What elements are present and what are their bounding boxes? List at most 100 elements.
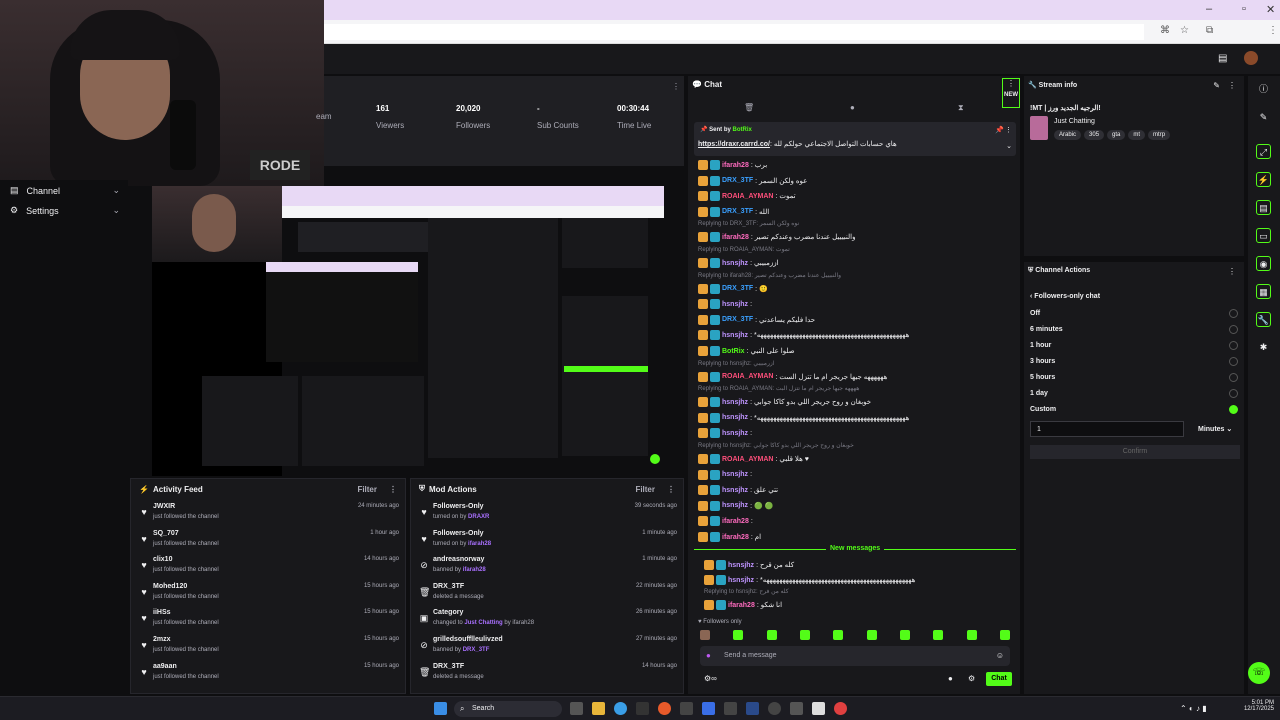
tag-chip[interactable]: Arabic	[1054, 130, 1082, 140]
option-off[interactable]: Off	[1030, 309, 1240, 318]
chat-username[interactable]: hsnsjhz	[722, 430, 748, 437]
edit-icon[interactable]: ✎	[1213, 81, 1220, 90]
option-1-day[interactable]: 1 day	[1030, 389, 1240, 398]
avatar[interactable]	[1244, 51, 1258, 65]
emote-icon[interactable]	[766, 630, 777, 640]
app-icon[interactable]	[790, 702, 803, 715]
hourglass-icon[interactable]: ⧗	[958, 103, 964, 113]
chat-username[interactable]: ifarah28	[722, 534, 749, 541]
option-3-hours[interactable]: 3 hours	[1030, 357, 1240, 366]
chat-message[interactable]: hsnsjhz:	[698, 468, 1018, 482]
chrome-icon[interactable]	[614, 702, 627, 715]
chat-message[interactable]: ROAIA_AYMAN: تموت	[698, 189, 1018, 203]
emoji-icon[interactable]: ☺	[996, 651, 1004, 660]
chat-username[interactable]: hsnsjhz	[722, 414, 748, 421]
expand-icon[interactable]: ⤢	[1256, 144, 1271, 159]
list-item[interactable]: ♥ JWXIR just followed the channel 24 minute…	[131, 499, 405, 526]
app-icon[interactable]	[658, 702, 671, 715]
filter-button[interactable]: Filter	[357, 485, 377, 494]
app-icon[interactable]	[680, 702, 693, 715]
close-icon[interactable]: ✕	[1266, 3, 1275, 16]
tag-chip[interactable]: gta	[1107, 130, 1126, 140]
nav-item-settings[interactable]: ⚙ Settings ⌄	[10, 205, 120, 216]
info-icon[interactable]: ⓘ	[1256, 82, 1271, 97]
extensions-icon[interactable]: ⧉	[1206, 25, 1213, 36]
chat-settings-icon[interactable]: ⚙∞	[704, 674, 717, 683]
minimize-icon[interactable]: –	[1206, 3, 1212, 15]
chat-message[interactable]: hsnsjhz: تتي علق	[698, 483, 1018, 497]
list-item[interactable]: 🗑 DRX_3TF deleted a message 22 minutes ago	[411, 579, 683, 606]
chat-username[interactable]: ifarah28	[722, 162, 749, 169]
chat-username[interactable]: hsnsjhz	[722, 332, 748, 339]
radio-button[interactable]	[1229, 373, 1238, 382]
radio-button[interactable]	[1229, 405, 1238, 414]
list-item[interactable]: ♥ Followers-Only turned on by ifarah28 1 m…	[411, 526, 683, 553]
chat-message[interactable]: hsnsjhz: كله من قرح	[704, 558, 1024, 572]
chat-bubble-icon[interactable]: ●	[850, 103, 855, 112]
custom-duration-input[interactable]: 1	[1030, 421, 1184, 437]
chat-message[interactable]: hsnsjhz:	[698, 426, 1018, 440]
taskbar-search[interactable]: ⌕ Search	[454, 701, 562, 717]
chat-username[interactable]: DRX_3TF	[722, 316, 753, 323]
chat-bubble-icon[interactable]: ●	[948, 674, 953, 683]
wrench-icon[interactable]: 🔧	[1256, 312, 1271, 327]
more-icon[interactable]: ⋮	[667, 485, 675, 494]
chat-message[interactable]: hsnsjhz:	[698, 297, 1018, 311]
tray-icons[interactable]: ⌃ ◐ ♪ ▮	[1180, 704, 1207, 713]
chat-input[interactable]: ● Send a message ☺	[700, 646, 1010, 666]
chat-message[interactable]: DRX_3TF: عوه ولكن السمر	[698, 174, 1018, 188]
pin-icon[interactable]: 📌	[995, 126, 1004, 134]
list-item[interactable]: ⊘ andreasnorway banned by ifarah28 1 minut…	[411, 552, 683, 579]
chat-message[interactable]: ifarah28: انا شكو	[704, 598, 1024, 612]
chat-username[interactable]: hsnsjhz	[722, 487, 748, 494]
emote-icon[interactable]	[700, 630, 710, 640]
chevron-down-icon[interactable]: ⌄	[1006, 142, 1012, 150]
document-icon[interactable]: ▤	[1256, 200, 1271, 215]
clock[interactable]: 5:01 PM 12/17/2025	[1238, 700, 1274, 712]
pinned-message[interactable]: 📌 Sent by BotRix https://draxr.carrd.co/…	[694, 122, 1016, 156]
emote-icon[interactable]	[799, 630, 810, 640]
app-icon[interactable]	[702, 702, 715, 715]
emote-icon[interactable]	[899, 630, 910, 640]
app-icon[interactable]	[636, 702, 649, 715]
chat-username[interactable]: hsnsjhz	[722, 399, 748, 406]
mic-icon[interactable]: ●	[706, 651, 711, 660]
chat-username[interactable]: ifarah28	[722, 518, 749, 525]
emote-icon[interactable]	[733, 630, 744, 640]
list-item[interactable]: ♥ Mohed120 just followed the channel 15 hou…	[131, 579, 405, 606]
list-item[interactable]: ♥ Followers-Only turned on by DRAXR 39 sec…	[411, 499, 683, 526]
support-chat-icon[interactable]: ☏	[1248, 662, 1270, 684]
radio-button[interactable]	[1229, 309, 1238, 318]
broadcast-icon[interactable]: ◉	[1256, 256, 1271, 271]
app-icon[interactable]	[812, 702, 825, 715]
more-icon[interactable]: ⋮	[1228, 81, 1236, 90]
more-icon[interactable]: ⋮	[1005, 126, 1012, 134]
emote-icon[interactable]	[866, 630, 877, 640]
chat-username[interactable]: hsnsjhz	[722, 260, 748, 267]
chat-username[interactable]: ifarah28	[728, 602, 755, 609]
windows-start-icon[interactable]	[434, 702, 447, 715]
menu-dots-icon[interactable]: ⋮	[1268, 25, 1278, 36]
chat-menu-button[interactable]: ⋮ NEW	[1002, 78, 1020, 108]
chat-message[interactable]: hsnsjhz: 🟢 🟢	[698, 499, 1018, 513]
radio-button[interactable]	[1229, 325, 1238, 334]
chat-message[interactable]: ifarah28:	[698, 514, 1018, 528]
confirm-button[interactable]: Confirm	[1030, 445, 1240, 459]
radio-button[interactable]	[1229, 389, 1238, 398]
stream-preview[interactable]	[152, 186, 664, 476]
emote-icon[interactable]	[966, 630, 977, 640]
list-item[interactable]: ⊘ grilledsoufflleulivzed banned by DRX_3TF…	[411, 632, 683, 659]
chat-message[interactable]: ROAIA_AYMAN: ههههههه جيها جريجر ام ما تت…	[698, 370, 1018, 384]
chat-username[interactable]: hsnsjhz	[728, 577, 754, 584]
chat-message[interactable]: ifarah28: برب	[698, 158, 1018, 172]
app-icon[interactable]	[834, 702, 847, 715]
category-name[interactable]: Just Chatting	[1054, 118, 1095, 125]
emote-icon[interactable]	[933, 630, 944, 640]
chat-message[interactable]: BotRix: صلوا على النبي	[698, 344, 1018, 358]
maximize-icon[interactable]: ▫	[1242, 3, 1246, 15]
chat-message[interactable]: ROAIA_AYMAN: هلا قلبي ♥	[698, 452, 1018, 466]
tag-chip[interactable]: mtrp	[1148, 130, 1171, 140]
more-icon[interactable]: ⋮	[672, 82, 680, 91]
back-button[interactable]: ‹ Followers-only chat	[1030, 293, 1100, 300]
option-5-hours[interactable]: 5 hours	[1030, 373, 1240, 382]
